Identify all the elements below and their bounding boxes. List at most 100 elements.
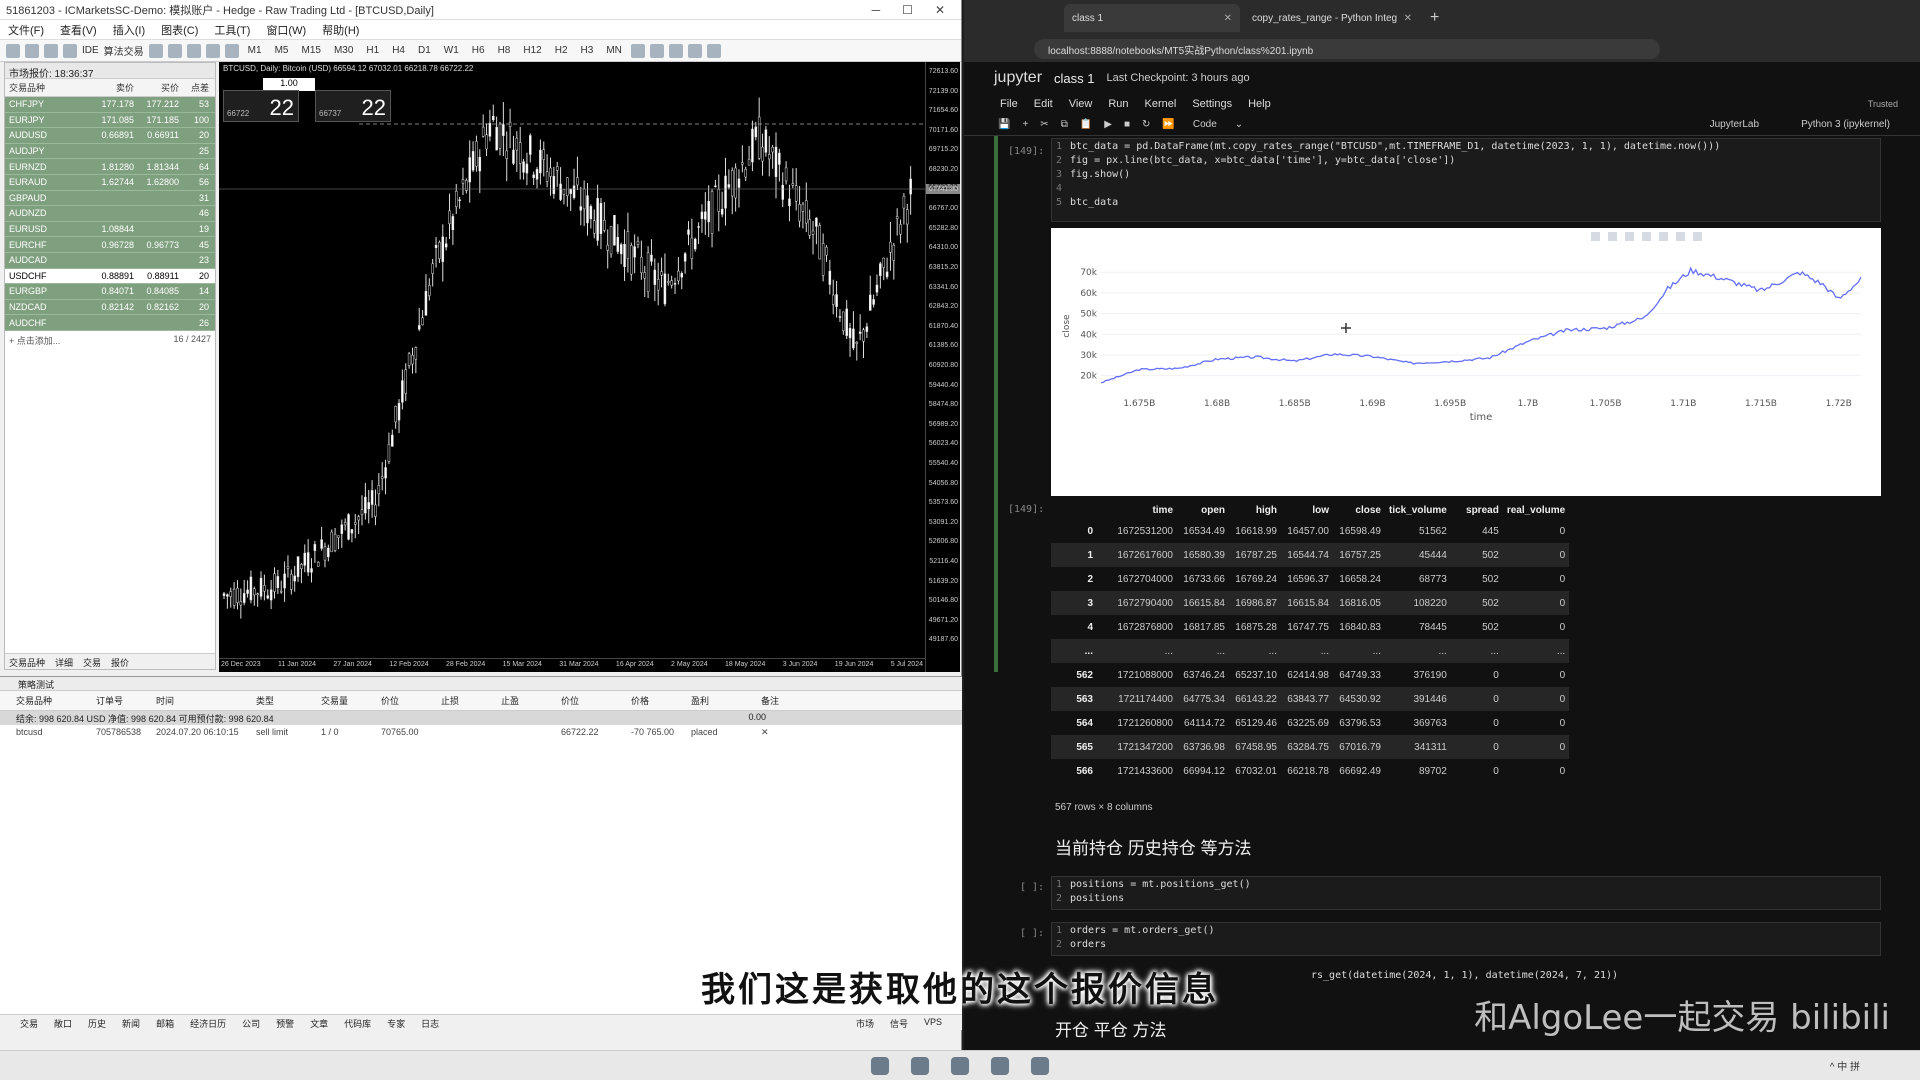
tab-trading[interactable]: 交易 xyxy=(83,656,101,668)
run-icon[interactable]: ▶ xyxy=(1104,119,1112,130)
col-symbol[interactable]: 交易品种 xyxy=(9,81,89,94)
market-watch-row[interactable]: AUDJPY 25 xyxy=(5,143,215,160)
cursor-icon[interactable] xyxy=(630,43,645,58)
menu-window[interactable]: 窗口(W) xyxy=(266,22,306,38)
tab-articles[interactable]: 文章 xyxy=(310,1017,328,1029)
col-symbol[interactable]: 交易品种 xyxy=(16,694,96,707)
app-taskbar-icon[interactable] xyxy=(951,1056,969,1075)
tab-journal[interactable]: 日志 xyxy=(421,1017,439,1029)
tab-trade[interactable]: 交易 xyxy=(20,1017,38,1029)
col-ask[interactable]: 买价 xyxy=(134,81,179,94)
col-bid[interactable]: 卖价 xyxy=(89,81,134,94)
new-tab-icon[interactable]: + xyxy=(1430,9,1439,27)
col-spread[interactable]: 点差 xyxy=(179,81,209,94)
algo-trading-button[interactable]: 算法交易 xyxy=(104,43,144,58)
menu-settings[interactable]: Settings xyxy=(1192,98,1232,110)
copy-icon[interactable]: ⧉ xyxy=(1061,119,1068,130)
close-icon[interactable]: ✕ xyxy=(935,3,945,17)
market-watch-row[interactable]: AUDNZD 46 xyxy=(5,206,215,222)
zoom-out-icon[interactable] xyxy=(1642,232,1651,241)
tab-ticks[interactable]: 报价 xyxy=(111,656,129,668)
fibonacci-icon[interactable] xyxy=(706,43,721,58)
tab-exposure[interactable]: 敞口 xyxy=(54,1017,72,1029)
market-watch-row[interactable]: GBPAUD 31 xyxy=(5,190,215,207)
menu-edit[interactable]: Edit xyxy=(1034,98,1053,110)
tf-h1[interactable]: H1 xyxy=(362,45,383,56)
browser-tab-class1[interactable]: class 1 ✕ xyxy=(1064,4,1240,32)
col-current[interactable]: 价格 xyxy=(631,694,691,707)
tab-history[interactable]: 历史 xyxy=(88,1017,106,1029)
tab-news[interactable]: 新闻 xyxy=(122,1017,140,1029)
menu-kernel[interactable]: Kernel xyxy=(1145,98,1177,110)
tab-details[interactable]: 详细 xyxy=(55,656,73,668)
col-volume[interactable]: 交易量 xyxy=(321,694,381,707)
zoom-in-icon[interactable] xyxy=(1625,232,1634,241)
add-symbol-link[interactable]: + 点击添加... xyxy=(9,334,60,347)
new-chart-icon[interactable] xyxy=(6,43,20,58)
menu-view[interactable]: 查看(V) xyxy=(60,22,97,38)
line-tool-icon[interactable] xyxy=(668,43,683,58)
zoom-in-icon[interactable] xyxy=(167,43,182,58)
autoscale-icon[interactable] xyxy=(1659,232,1668,241)
col-time[interactable]: 时间 xyxy=(156,694,256,707)
tf-m15[interactable]: M15 xyxy=(297,45,324,56)
tab-experts[interactable]: 专家 xyxy=(387,1017,405,1029)
app-taskbar-icon[interactable] xyxy=(991,1056,1009,1075)
jupyter-logo[interactable]: jupyter xyxy=(994,69,1042,87)
market-watch-row[interactable]: AUDUSD 0.66891 0.66911 20 xyxy=(5,128,215,144)
start-icon[interactable] xyxy=(871,1056,889,1075)
col-price[interactable]: 价位 xyxy=(381,694,441,707)
tab-calendar[interactable]: 经济日历 xyxy=(190,1017,226,1029)
browser-taskbar-icon[interactable] xyxy=(1031,1056,1049,1075)
tf-d1[interactable]: D1 xyxy=(414,45,435,56)
stop-icon[interactable] xyxy=(63,43,77,58)
cell3-editor[interactable]: 1 orders = mt.orders_get() 2 orders xyxy=(1051,922,1881,956)
menu-insert[interactable]: 插入(I) xyxy=(113,22,145,38)
col-tp[interactable]: 止盈 xyxy=(501,694,561,707)
tf-h8[interactable]: H8 xyxy=(494,45,515,56)
chevron-down-icon[interactable]: ⌄ xyxy=(1235,119,1243,130)
menu-charts[interactable]: 图表(C) xyxy=(161,22,198,38)
col-type[interactable]: 类型 xyxy=(256,694,321,707)
trendline-icon[interactable] xyxy=(687,43,702,58)
profiles-icon[interactable] xyxy=(25,43,39,58)
cell-type-select[interactable]: Code xyxy=(1187,119,1223,130)
minimize-icon[interactable]: ─ xyxy=(872,3,881,17)
market-watch-row[interactable]: CHFJPY 177.178 177.212 53 xyxy=(5,97,215,113)
market-watch-row[interactable]: EURAUD 1.62744 1.62800 56 xyxy=(5,174,215,191)
mt5-taskbar-icon[interactable] xyxy=(911,1056,929,1075)
menu-view[interactable]: View xyxy=(1069,98,1093,110)
cell2-editor[interactable]: 1 positions = mt.positions_get() 2 positio… xyxy=(1051,876,1881,910)
col-price2[interactable]: 价位 xyxy=(561,694,631,707)
col-comment[interactable]: 备注 xyxy=(761,694,841,707)
add-cell-icon[interactable]: + xyxy=(1022,119,1028,130)
fast-forward-icon[interactable]: ⏩ xyxy=(1162,119,1174,130)
save-icon[interactable]: 💾 xyxy=(998,119,1010,130)
maximize-icon[interactable]: ☐ xyxy=(902,3,913,17)
close-tab-icon[interactable]: ✕ xyxy=(1224,13,1232,24)
tab-codebase[interactable]: 代码库 xyxy=(344,1017,371,1029)
menu-file[interactable]: 文件(F) xyxy=(8,22,44,38)
market-watch-row[interactable]: EURGBP 0.84071 0.84085 14 xyxy=(5,284,215,300)
tab-market[interactable]: 市场 xyxy=(856,1017,874,1029)
market-watch-row[interactable]: AUDCHF 26 xyxy=(5,315,215,331)
col-profit[interactable]: 盈利 xyxy=(691,694,761,707)
market-watch-row[interactable]: EURUSD 1.08844 19 xyxy=(5,221,215,238)
tab-symbols[interactable]: 交易品种 xyxy=(9,656,45,668)
cut-icon[interactable]: ✂ xyxy=(1040,119,1048,130)
paste-icon[interactable]: 📋 xyxy=(1080,119,1092,130)
bar-chart-icon[interactable] xyxy=(205,43,220,58)
market-watch-row[interactable]: AUDCAD 23 xyxy=(5,252,215,269)
tf-m5[interactable]: M5 xyxy=(271,45,293,56)
crosshair-icon[interactable] xyxy=(649,43,664,58)
tab-mailbox[interactable]: 邮箱 xyxy=(156,1017,174,1029)
tab-vps[interactable]: VPS xyxy=(924,1017,942,1028)
close-line-chart[interactable]: 20k 30k 40k 50k 60k 70k 1.675B 1.68B 1.685B 1.69B… xyxy=(1051,228,1881,496)
jupyterlab-link[interactable]: JupyterLab xyxy=(1710,119,1759,130)
cell1-editor[interactable]: 1 btc_data = pd.DataFrame(mt.copy_rates_r… xyxy=(1051,138,1881,222)
browser-tab-docs[interactable]: copy_rates_range - Python Integ ✕ xyxy=(1244,4,1420,32)
market-watch-row[interactable]: NZDCAD 0.82142 0.82162 20 xyxy=(5,299,215,316)
col-ticket[interactable]: 订单号 xyxy=(96,694,156,707)
btcusd-chart[interactable]: BTCUSD, Daily: Bitcoin (USD) 66594.12 67… xyxy=(219,62,960,672)
tf-m30[interactable]: M30 xyxy=(330,45,357,56)
